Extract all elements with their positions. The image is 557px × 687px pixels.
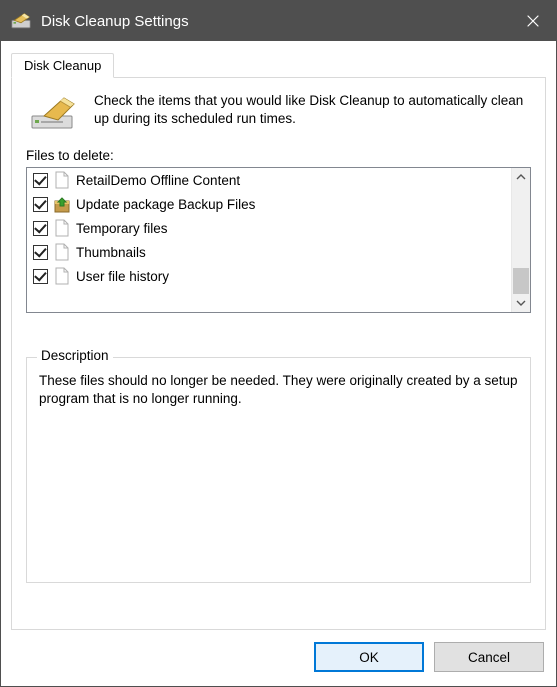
files-listbox[interactable]: RetailDemo Offline Content Update p — [26, 167, 531, 313]
chevron-up-icon — [516, 174, 526, 180]
drive-brush-icon — [30, 92, 78, 132]
scroll-thumb[interactable] — [513, 268, 529, 294]
list-item-label: Thumbnails — [76, 245, 146, 260]
tab-strip: Disk Cleanup — [11, 51, 546, 77]
file-icon — [54, 171, 70, 189]
scroll-down-button[interactable] — [512, 294, 530, 312]
checkbox[interactable] — [33, 245, 48, 260]
tab-disk-cleanup[interactable]: Disk Cleanup — [11, 53, 114, 78]
list-item[interactable]: Temporary files — [27, 216, 511, 240]
files-list-items: RetailDemo Offline Content Update p — [27, 168, 511, 312]
list-item[interactable]: User file history — [27, 264, 511, 288]
list-scrollbar[interactable] — [511, 168, 530, 312]
list-item[interactable]: RetailDemo Offline Content — [27, 168, 511, 192]
close-icon — [527, 15, 539, 27]
list-item[interactable]: Update package Backup Files — [27, 192, 511, 216]
files-to-delete-label: Files to delete: — [26, 148, 531, 163]
scroll-track[interactable] — [513, 186, 529, 294]
file-icon — [54, 219, 70, 237]
window-title: Disk Cleanup Settings — [41, 13, 510, 30]
scroll-up-button[interactable] — [512, 168, 530, 186]
list-item-label: User file history — [76, 269, 169, 284]
disk-cleanup-settings-window: Disk Cleanup Settings Disk Cleanup — [0, 0, 557, 687]
client-area: Disk Cleanup Check the items that you wo… — [1, 41, 556, 686]
chevron-down-icon — [516, 300, 526, 306]
tab-page: Check the items that you would like Disk… — [11, 77, 546, 630]
description-groupbox: Description These files should no longer… — [26, 357, 531, 583]
list-item-label: RetailDemo Offline Content — [76, 173, 240, 188]
list-item-label: Update package Backup Files — [76, 197, 255, 212]
dialog-button-row: OK Cancel — [11, 642, 546, 672]
file-icon — [54, 267, 70, 285]
file-icon — [54, 243, 70, 261]
close-button[interactable] — [510, 1, 556, 41]
description-legend: Description — [37, 348, 113, 363]
cancel-button[interactable]: Cancel — [434, 642, 544, 672]
titlebar: Disk Cleanup Settings — [1, 1, 556, 41]
description-text: These files should no longer be needed. … — [39, 372, 518, 408]
checkbox[interactable] — [33, 173, 48, 188]
ok-button[interactable]: OK — [314, 642, 424, 672]
intro-text: Check the items that you would like Disk… — [94, 92, 531, 128]
checkbox[interactable] — [33, 221, 48, 236]
intro-row: Check the items that you would like Disk… — [26, 92, 531, 132]
update-package-icon — [54, 195, 70, 213]
list-item-label: Temporary files — [76, 221, 168, 236]
app-icon — [11, 12, 31, 30]
list-item[interactable]: Thumbnails — [27, 240, 511, 264]
checkbox[interactable] — [33, 269, 48, 284]
checkbox[interactable] — [33, 197, 48, 212]
